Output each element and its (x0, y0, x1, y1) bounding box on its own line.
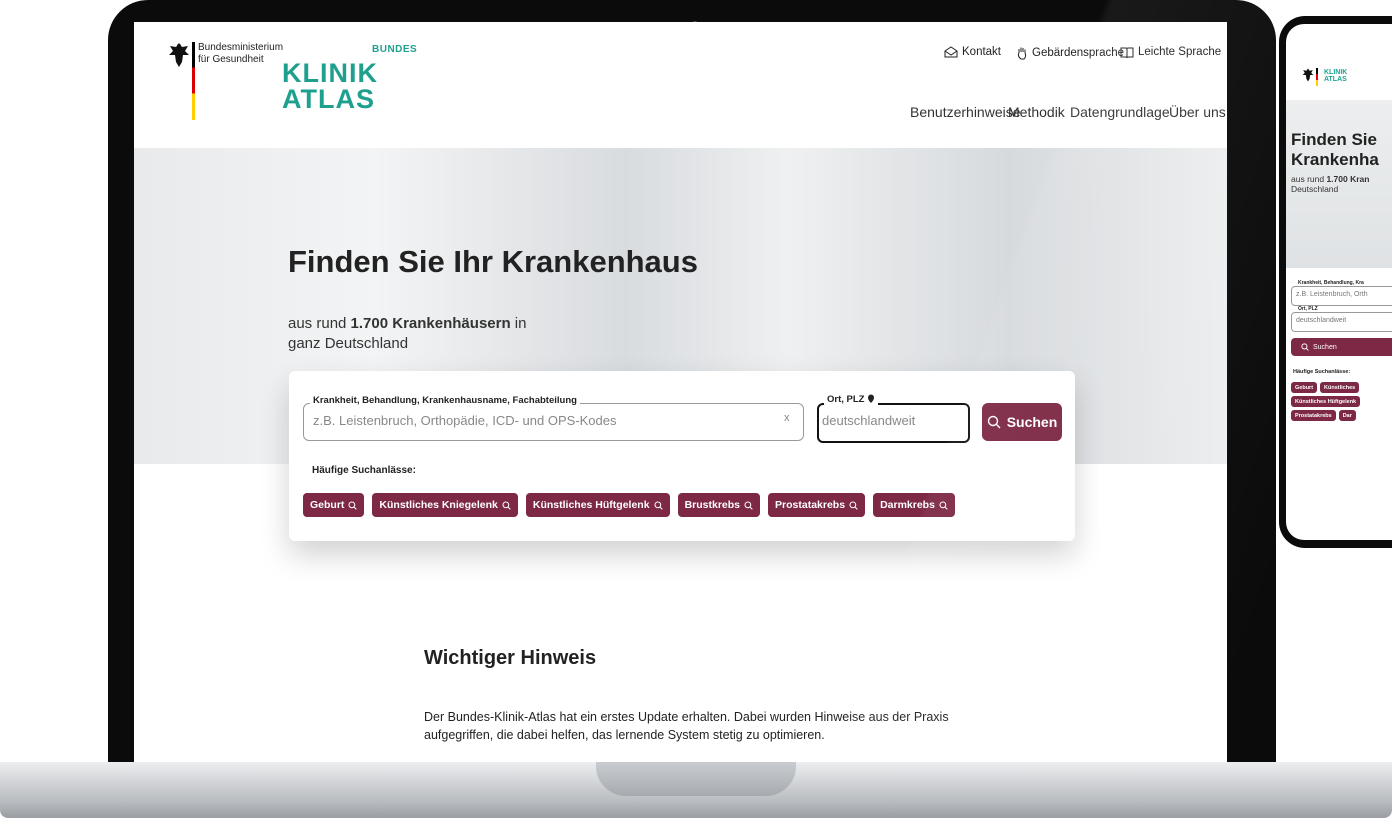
chips-row-2: Künstliches Hüftgelenk (1291, 396, 1392, 407)
location-input-label: Ort, PLZ (824, 394, 879, 405)
hero-subtitle: aus rund 1.700 Krankenhäusern in ganz De… (288, 314, 528, 354)
hero-subtitle-prefix: aus rund (288, 315, 351, 332)
chip-prostatakrebs[interactable]: Prostatakrebs (768, 493, 866, 517)
chip-kniegelenk[interactable]: Künstliches Kniegelenk (372, 493, 518, 517)
chip-label: Geburt (310, 499, 345, 511)
search-button[interactable]: Suchen (1291, 338, 1392, 356)
common-searches-chips: Geburt Künstliches Kniegelenk Künstliche… (303, 493, 955, 517)
util-link-kontakt[interactable]: Kontakt (944, 46, 1001, 58)
notice-title: Wichtiger Hinweis (424, 647, 597, 669)
page-title: Finden Sie Ihr Krankenhaus (288, 244, 698, 279)
nav-methodik[interactable]: Methodik (1008, 104, 1065, 120)
search-input-label: Krankheit, Behandlung, Krankenhausname, … (310, 395, 580, 406)
ministry-line-2: für Gesundheit (198, 54, 264, 65)
hero-subtitle: aus rund 1.700 Kran Deutschland (1291, 174, 1392, 194)
nav-ueber-uns[interactable]: Über uns (1169, 104, 1226, 120)
logo-line-2: ATLAS (282, 84, 375, 114)
chip-hueftgelenk[interactable]: Künstliches Hüftgelenk (525, 493, 670, 517)
chip-hueftgelenk[interactable]: Künstliches Hüftgelenk (1291, 396, 1361, 407)
title-line-1: Finden Sie (1291, 130, 1377, 149)
common-searches-label: Häufige Suchanlässe: (312, 465, 416, 476)
search-icon (1301, 343, 1309, 351)
german-flag-stripe (192, 42, 195, 120)
chip-label: Prostatakrebs (775, 499, 846, 511)
chips-row-1: Geburt Künstliches (1291, 382, 1392, 393)
chip-label: Künstliches Hüftgelenk (532, 499, 650, 511)
chip-prostatakrebs[interactable]: Prostatakrebs (1291, 410, 1336, 421)
subtitle-bold: 1.700 Kran (1326, 174, 1370, 184)
ministry-line-1: Bundesministerium (198, 42, 284, 53)
common-searches-label: Häufige Suchanlässe: (1293, 369, 1351, 375)
search-button-label: Suchen (1313, 343, 1337, 351)
nav-benutzerhinweise[interactable]: Benutzerhinweise (910, 104, 1021, 120)
search-button-label: Suchen (1006, 414, 1058, 430)
search-button[interactable]: Suchen (982, 403, 1062, 441)
logo-line-2: ATLAS (1324, 76, 1347, 83)
chip-geburt[interactable]: Geburt (303, 493, 365, 517)
location-input-label: Ort, PLZ (1296, 306, 1320, 312)
chip-darmkrebs[interactable]: Dar (1338, 410, 1356, 421)
chip-geburt[interactable]: Geburt (1291, 382, 1318, 393)
brand-bundes: BUNDES (372, 44, 418, 55)
german-flag-stripe (1316, 68, 1318, 86)
search-icon (348, 500, 358, 510)
ministry-label[interactable]: Bundesministerium für Gesundheit (198, 42, 283, 66)
chip-label: Brustkrebs (684, 499, 741, 511)
laptop-notch (596, 762, 796, 796)
chip-kniegelenk[interactable]: Künstliches (1320, 382, 1360, 393)
search-icon (744, 500, 753, 510)
location-input-placeholder: deutschlandweit (822, 413, 916, 428)
location-label-text: Ort, PLZ (827, 394, 865, 405)
chip-label: Darmkrebs (880, 499, 935, 511)
logo-line-1: KLINIK (282, 58, 378, 88)
federal-eagle-icon (168, 42, 190, 68)
util-link-gebaerdensprache[interactable]: Gebärdensprache (1016, 46, 1124, 60)
chip-darmkrebs[interactable]: Darmkrebs (873, 493, 955, 517)
page-title: Finden Sie Krankenha (1291, 130, 1379, 170)
location-pin-icon (867, 394, 875, 404)
util-link-leichte-sprache[interactable]: Leichte Sprache (1120, 46, 1221, 58)
subtitle-line-2: Deutschland (1291, 184, 1339, 194)
phone-screen: KLINIK ATLAS Finden Sie Krankenha aus ru… (1286, 24, 1392, 540)
title-line-2: Krankenha (1291, 150, 1379, 169)
clear-icon[interactable]: x (784, 412, 790, 424)
search-icon (654, 500, 663, 510)
mail-icon (944, 46, 958, 58)
chip-label: Künstliches Kniegelenk (379, 499, 498, 511)
util-label: Leichte Sprache (1138, 46, 1222, 58)
chips-row-3: Prostatakrebs Dar (1291, 410, 1392, 421)
klinik-atlas-logo[interactable]: KLINIK ATLAS (282, 58, 378, 114)
search-icon (987, 415, 1001, 429)
search-input-placeholder: z.B. Leistenbruch, Orthopädie, ICD- und … (313, 413, 617, 428)
book-icon (1120, 46, 1134, 58)
hero-subtitle-bold: 1.700 Krankenhäusern (350, 315, 511, 332)
subtitle-prefix: aus rund (1291, 174, 1327, 184)
hand-icon (1016, 46, 1028, 60)
federal-eagle-icon (1302, 68, 1314, 82)
util-label: Kontakt (962, 46, 1001, 58)
search-icon (939, 500, 948, 510)
search-icon (502, 500, 511, 510)
klinik-atlas-logo[interactable]: KLINIK ATLAS (1324, 69, 1347, 83)
laptop-screen: Bundesministerium für Gesundheit BUNDES … (134, 22, 1227, 762)
search-input-placeholder: z.B. Leistenbruch, Orth (1296, 291, 1368, 298)
search-input-label: Krankheit, Behandlung, Kra (1296, 280, 1366, 286)
nav-datengrundlage[interactable]: Datengrundlage (1070, 104, 1170, 120)
location-input-placeholder: deutschlandweit (1296, 317, 1347, 324)
notice-text: Der Bundes-Klinik-Atlas hat ein erstes U… (424, 710, 949, 742)
chip-brustkrebs[interactable]: Brustkrebs (677, 493, 761, 517)
logo-line-1: KLINIK (1324, 69, 1348, 76)
util-label: Gebärdensprache (1032, 47, 1125, 59)
search-icon (849, 500, 858, 510)
